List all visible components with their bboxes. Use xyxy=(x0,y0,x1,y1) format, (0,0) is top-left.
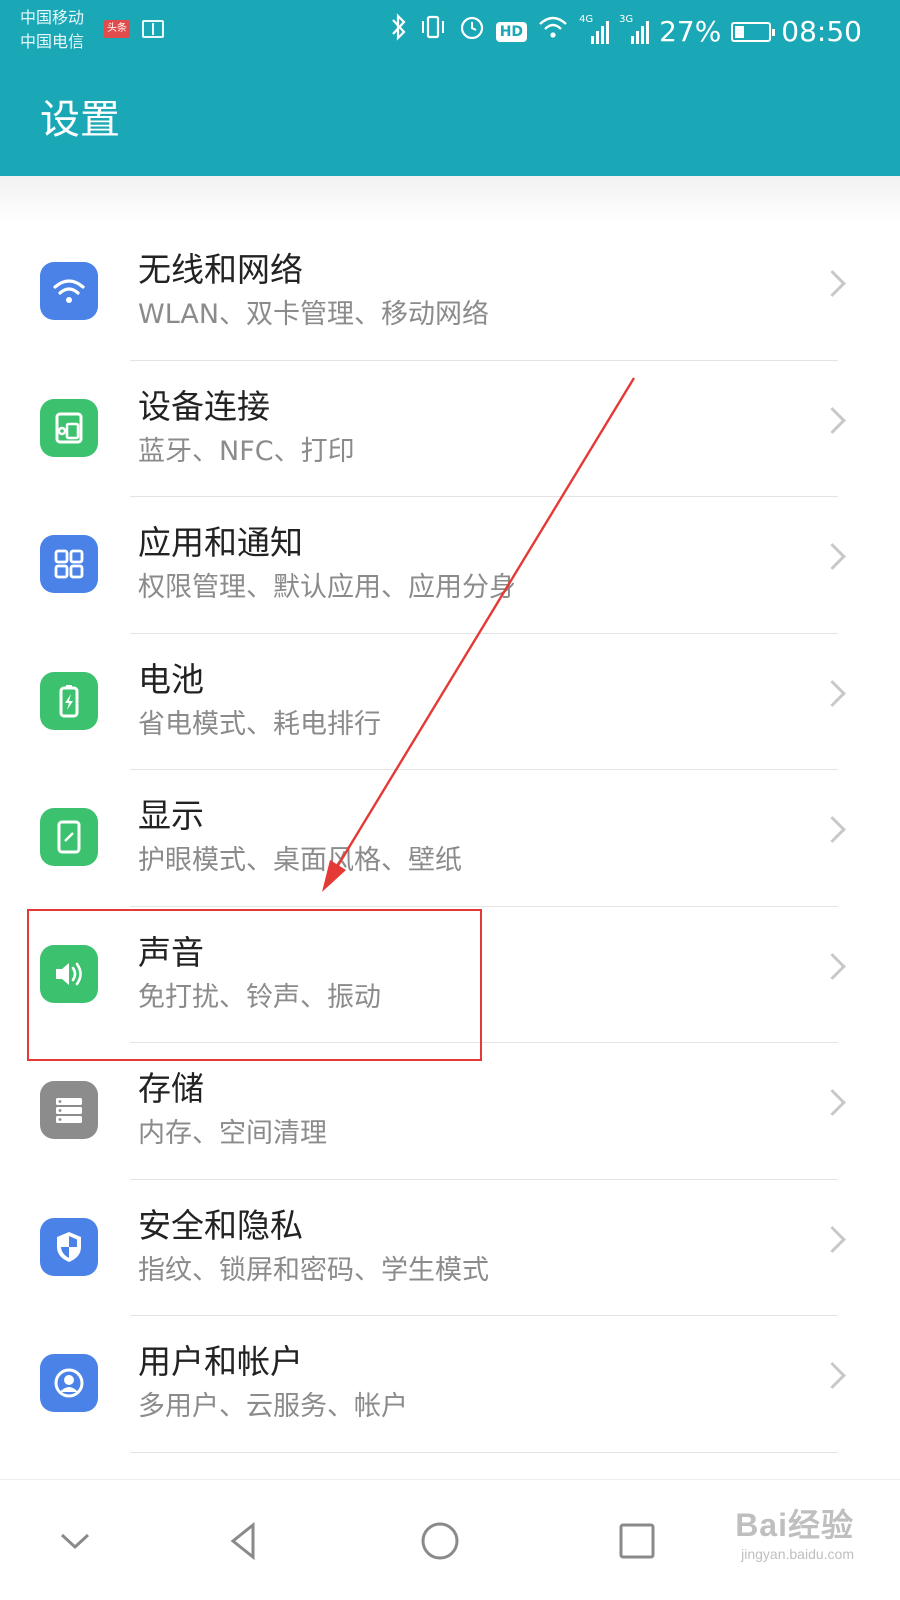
watermark: Bai经验 jingyan.baidu.com xyxy=(735,1500,854,1562)
settings-item[interactable]: 应用和通知权限管理、默认应用、应用分身 xyxy=(0,497,900,634)
status-icons: HD 4G 3G 27% 08:50 xyxy=(390,12,862,51)
signal-icon-2: 3G xyxy=(619,14,650,46)
shield-icon xyxy=(40,1217,98,1276)
settings-item-subtitle: 多用户、云服务、帐户 xyxy=(138,1391,408,1422)
recents-icon[interactable] xyxy=(602,1506,672,1576)
chevron-down-icon[interactable] xyxy=(40,1506,110,1576)
wifi-icon xyxy=(537,12,569,51)
chevron-right-icon xyxy=(819,1362,846,1389)
vibrate-icon xyxy=(418,12,448,51)
settings-item-subtitle: 指纹、锁屏和密码、学生模式 xyxy=(138,1254,489,1286)
divider xyxy=(130,1451,838,1453)
settings-item-title: 设备连接 xyxy=(138,386,270,426)
chevron-right-icon xyxy=(819,270,846,297)
settings-item-title: 无线和网络 xyxy=(138,250,303,289)
home-icon[interactable] xyxy=(405,1506,475,1576)
settings-item-subtitle: 内存、空间清理 xyxy=(138,1118,327,1149)
chevron-right-icon xyxy=(819,816,846,843)
settings-item-title: 应用和通知 xyxy=(138,523,303,562)
signal-icon: 4G xyxy=(579,14,610,46)
chevron-right-icon xyxy=(819,952,846,980)
settings-item-subtitle: 权限管理、默认应用、应用分身 xyxy=(138,572,516,603)
battery-icon xyxy=(731,21,776,42)
settings-item-title: 安全和隐私 xyxy=(138,1205,303,1245)
chevron-right-icon xyxy=(819,679,846,707)
settings-item[interactable]: 显示护眼模式、桌面风格、壁纸 xyxy=(0,770,900,907)
settings-item-title: 电池 xyxy=(138,659,204,699)
title-bar: 中国移动 中国电信 头条 HD 4G 3G 27% 08:50 设置 xyxy=(0,0,900,176)
watermark-url: jingyan.baidu.com xyxy=(741,1546,854,1562)
storage-icon xyxy=(40,1081,98,1139)
carrier-1: 中国移动 xyxy=(20,8,85,27)
settings-item-subtitle: 省电模式、耗电排行 xyxy=(138,708,381,740)
settings-item-subtitle: 蓝牙、NFC、打印 xyxy=(138,435,355,467)
chevron-right-icon xyxy=(819,406,846,434)
apps-icon xyxy=(40,535,98,593)
page-title: 设置 xyxy=(40,97,120,143)
settings-item[interactable]: 设备连接蓝牙、NFC、打印 xyxy=(0,361,900,497)
settings-item[interactable]: 电池省电模式、耗电排行 xyxy=(0,634,900,770)
divider-band xyxy=(0,176,900,224)
hd-icon: HD xyxy=(495,21,528,42)
wifi-icon xyxy=(40,262,98,320)
settings-item[interactable]: 存储 内存、空间清理 xyxy=(0,1043,900,1180)
settings-item-title: 存储 xyxy=(138,1069,204,1108)
clock: 08:50 xyxy=(781,15,862,48)
status-bar: 中国移动 中国电信 头条 HD 4G 3G 27% 08:50 xyxy=(0,0,900,62)
settings-item[interactable]: 用户和帐户多用户、云服务、帐户 xyxy=(0,1316,900,1453)
toutiao-app-icon: 头条 xyxy=(104,20,130,38)
book-icon xyxy=(142,20,164,38)
device-connect-icon xyxy=(40,398,98,457)
settings-list: 无线和网络 WLAN、双卡管理、移动网络设备连接蓝牙、NFC、打印应用和通知权限管… xyxy=(0,224,900,1453)
settings-item[interactable]: 安全和隐私指纹、锁屏和密码、学生模式 xyxy=(0,1180,900,1316)
display-icon xyxy=(40,808,98,866)
settings-item-title: 显示 xyxy=(138,796,204,835)
annotation-highlight-box xyxy=(27,909,482,1061)
settings-item-title: 用户和帐户 xyxy=(138,1342,303,1381)
user-icon xyxy=(40,1354,98,1412)
bluetooth-icon xyxy=(390,12,408,51)
chevron-right-icon xyxy=(819,1089,846,1116)
watermark-logo: Bai经验 xyxy=(735,1507,854,1543)
alarm-icon xyxy=(458,12,486,51)
carrier-info: 中国移动 中国电信 xyxy=(20,6,84,54)
settings-item[interactable]: 无线和网络 WLAN、双卡管理、移动网络 xyxy=(0,224,900,361)
back-icon[interactable] xyxy=(208,1506,278,1576)
settings-item-subtitle: 护眼模式、桌面风格、壁纸 xyxy=(138,845,462,876)
battery-icon xyxy=(40,671,98,730)
chevron-right-icon xyxy=(819,1225,846,1253)
carrier-2: 中国电信 xyxy=(20,32,85,51)
settings-item-subtitle: WLAN、双卡管理、移动网络 xyxy=(138,299,490,330)
navigation-bar: Bai经验 jingyan.baidu.com xyxy=(0,1479,900,1600)
battery-percent: 27% xyxy=(659,15,722,48)
chevron-right-icon xyxy=(819,543,846,570)
